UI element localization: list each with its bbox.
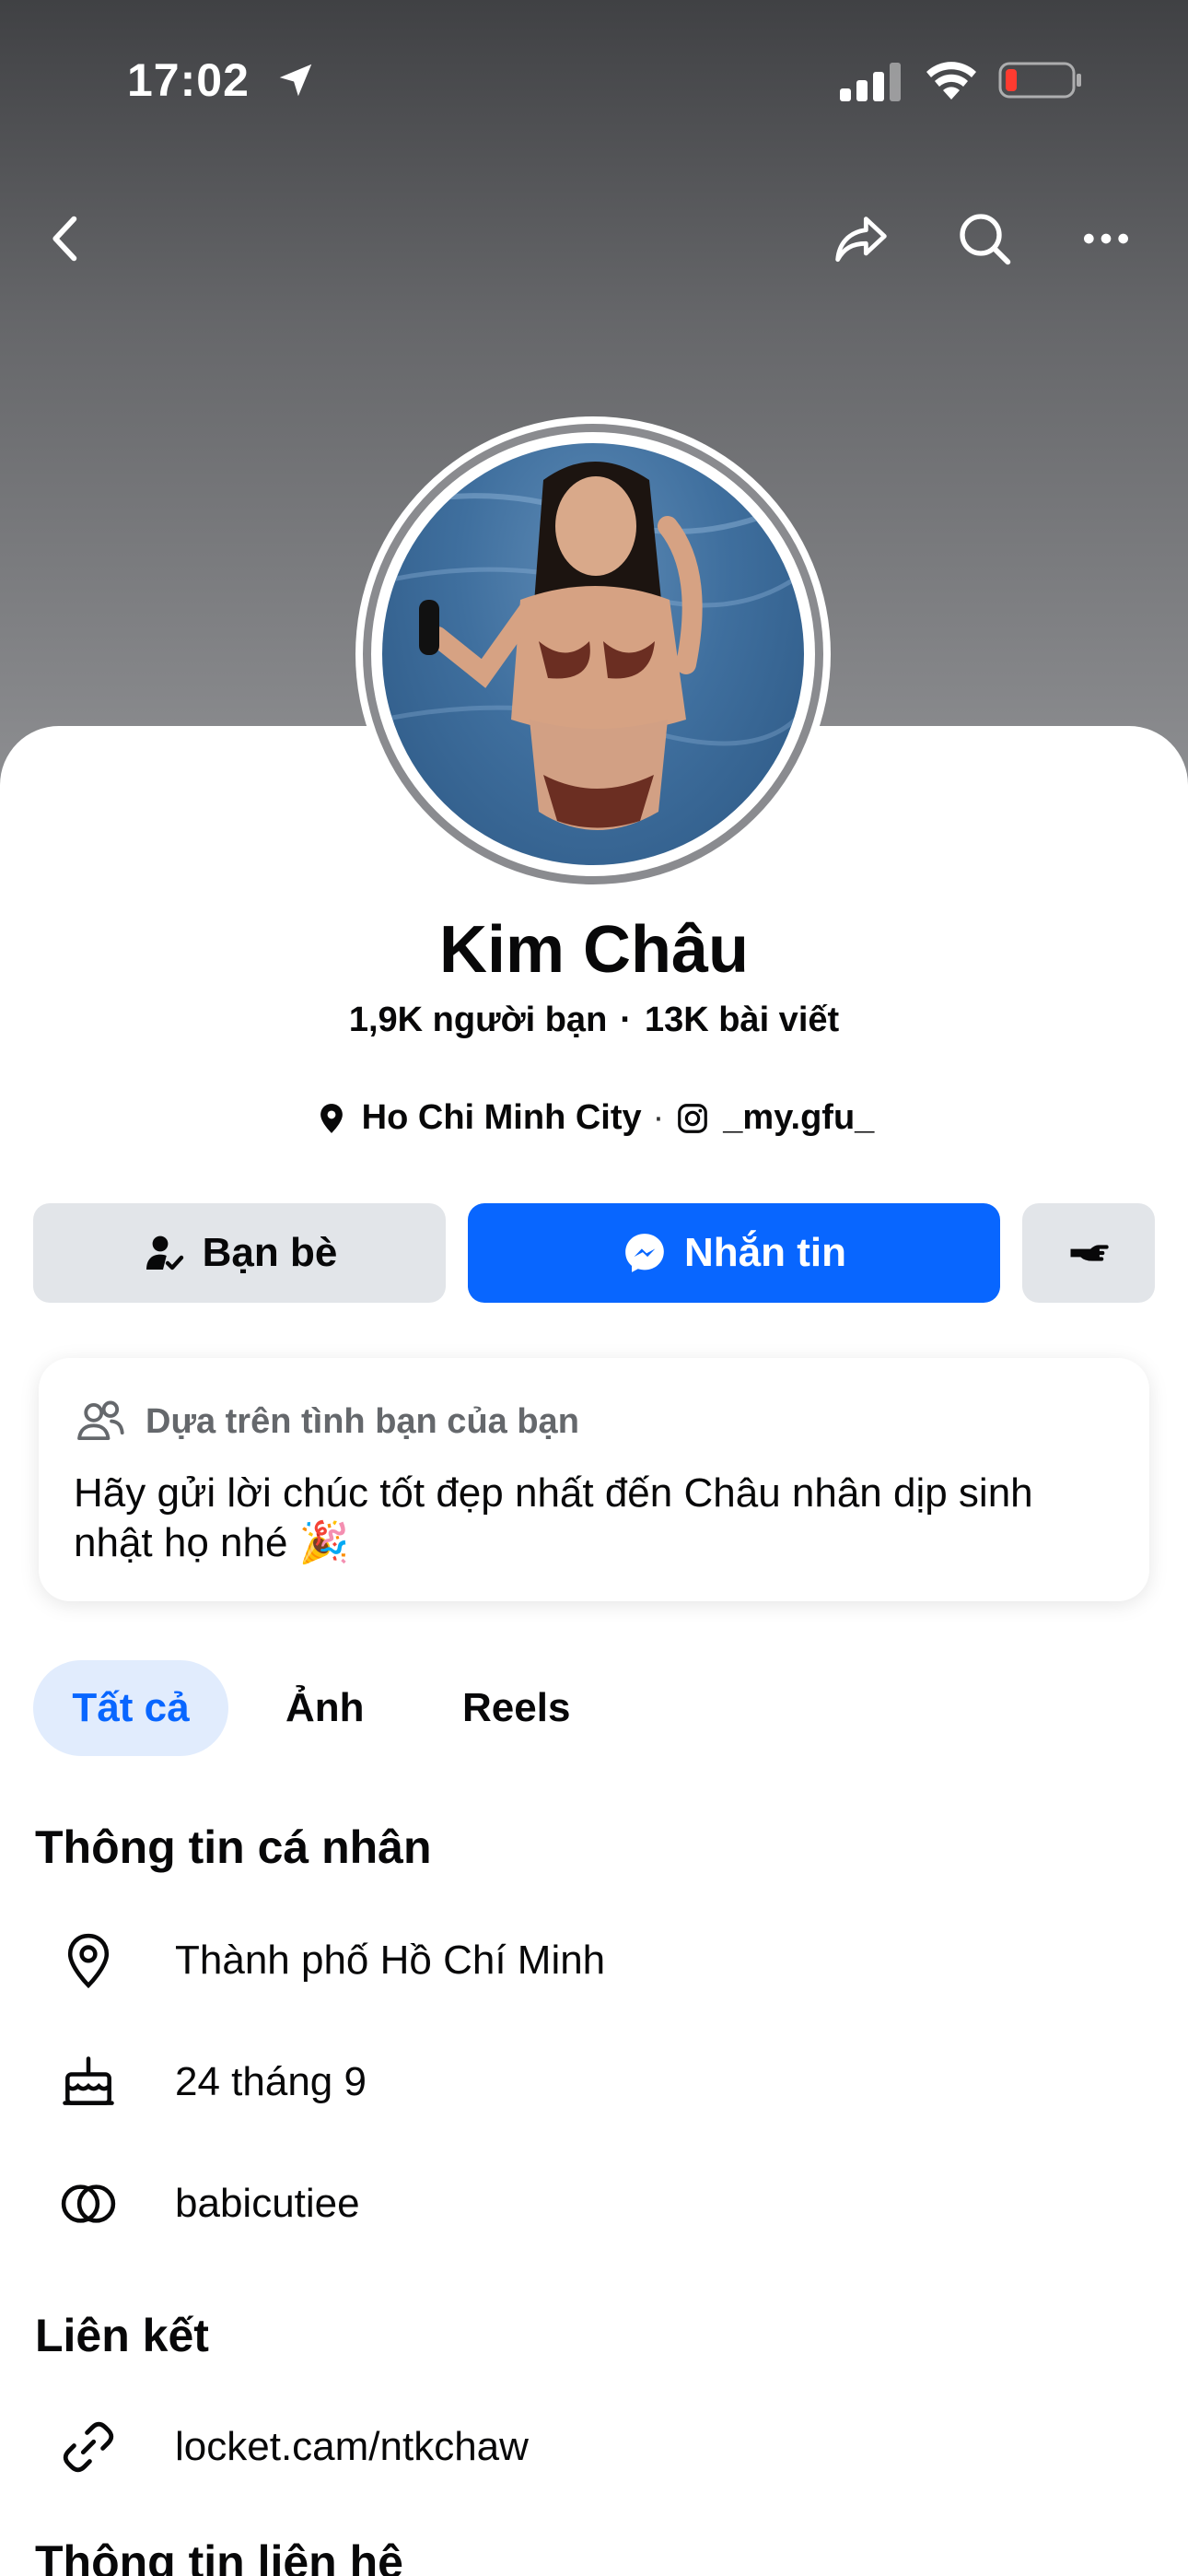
relationship-rings-icon (61, 2184, 116, 2223)
personal-info-title: Thông tin cá nhân (35, 1821, 432, 1873)
messenger-icon (625, 1234, 664, 1272)
location-arrow-icon (279, 64, 312, 97)
battery-icon (998, 62, 1081, 99)
wifi-icon (926, 62, 976, 100)
profile-city: Ho Chi Minh City (361, 1098, 642, 1137)
birthday-cake-icon (63, 2056, 114, 2105)
suggestion-text: Hãy gửi lời chúc tốt đẹp nhất đến Châu n… (74, 1470, 1033, 1565)
cellular-signal-icon (840, 63, 901, 101)
friends-button-label: Bạn bè (202, 1230, 338, 1275)
link-chain-icon (63, 2421, 114, 2473)
share-button[interactable] (821, 199, 901, 278)
avatar-photo (382, 462, 804, 830)
profile-stats: 1,9K người bạn · 13K bài viết (348, 1001, 840, 1039)
link-row[interactable]: locket.cam/ntkchaw (53, 2412, 529, 2482)
links-title: Liên kết (35, 2310, 209, 2361)
contact-info-title: Thông tin liên hệ (35, 2536, 403, 2576)
profile-name: Kim Châu (438, 913, 750, 987)
suggestion-heading-row: Dựa trên tình bạn của bạn (74, 1395, 579, 1448)
chevron-left-icon (52, 216, 77, 262)
tab-photos[interactable]: Ảnh (285, 1660, 365, 1756)
message-button[interactable]: Nhắn tin (468, 1203, 1000, 1303)
more-dots-icon (1084, 233, 1128, 244)
info-birthday: 24 tháng 9 (175, 2059, 367, 2104)
friends-count[interactable]: 1,9K người bạn (349, 1001, 607, 1039)
search-button[interactable] (945, 199, 1024, 278)
friends-people-icon (77, 1400, 124, 1441)
posts-count: 13K bài viết (644, 1001, 840, 1039)
status-time: 17:02 (127, 54, 250, 106)
avatar (382, 443, 804, 865)
status-bar: 17:02 (0, 0, 1188, 157)
tab-reels[interactable]: Reels (462, 1660, 570, 1756)
instagram-handle[interactable]: _my.gfu_ (723, 1098, 874, 1138)
back-button[interactable] (26, 199, 105, 278)
location-pin-icon (67, 1933, 110, 1989)
info-row-birthday: 24 tháng 9 (53, 2047, 367, 2117)
info-relationship[interactable]: babicutiee (175, 2181, 360, 2227)
message-button-label: Nhắn tin (684, 1230, 846, 1275)
friend-check-icon (146, 1235, 183, 1270)
poke-hand-icon (1070, 1245, 1109, 1261)
poke-button[interactable] (1022, 1203, 1155, 1303)
search-icon (960, 214, 1011, 265)
instagram-icon (678, 1103, 708, 1133)
link-url[interactable]: locket.cam/ntkchaw (175, 2424, 529, 2470)
info-city: Thành phố Hồ Chí Minh (175, 1938, 606, 1983)
profile-picture[interactable] (355, 416, 831, 892)
location-pin-icon (320, 1103, 343, 1133)
profile-meta: Ho Chi Minh City · _my.gfu_ (0, 1098, 1188, 1138)
info-row-relationship: babicutiee (53, 2169, 360, 2239)
info-row-city: Thành phố Hồ Chí Minh (53, 1926, 605, 1996)
birthday-suggestion-card[interactable]: Dựa trên tình bạn của bạn Hãy gửi lời ch… (39, 1358, 1149, 1601)
more-options-button[interactable] (1066, 199, 1146, 278)
share-icon (835, 217, 887, 263)
friends-button[interactable]: Bạn bè (33, 1203, 446, 1303)
suggestion-heading: Dựa trên tình bạn của bạn (146, 1401, 579, 1441)
tab-all[interactable]: Tất cả (33, 1660, 228, 1756)
